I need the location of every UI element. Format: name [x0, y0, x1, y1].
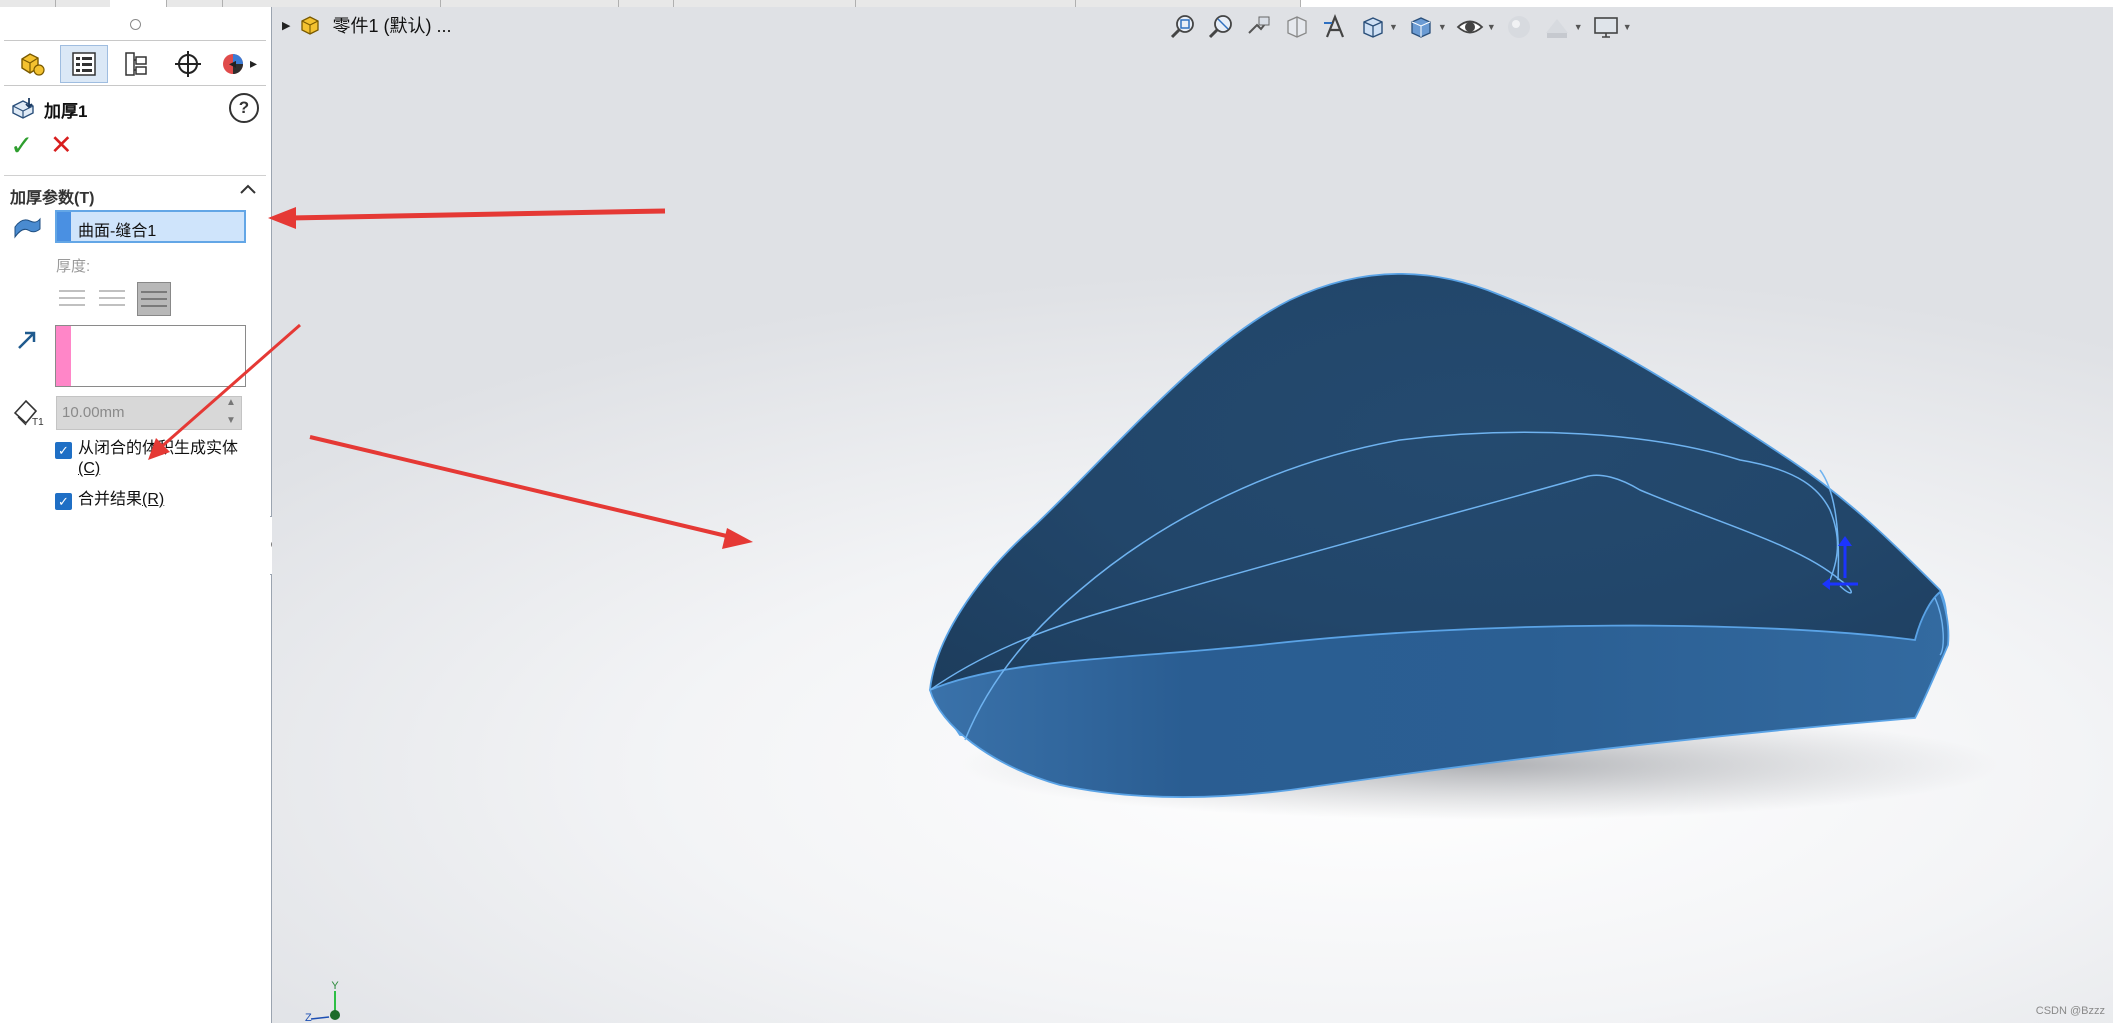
- chevron-down-icon[interactable]: ▼: [1623, 22, 1632, 32]
- chevron-down-icon[interactable]: ▼: [1438, 22, 1447, 32]
- apply-scene-icon: [1546, 19, 1569, 38]
- reference-triad: Y Z: [297, 977, 357, 1028]
- featuremanager-flyout[interactable]: ▶ 零件1 (默认) ...: [282, 12, 451, 38]
- view-orientation-icon: [1362, 17, 1383, 38]
- part-icon: [301, 16, 320, 35]
- part-name: 零件1 (默认) ...: [332, 16, 452, 36]
- zoom-to-fit-icon: [1170, 15, 1194, 39]
- zoom-to-area-icon: [1208, 15, 1232, 39]
- edit-appearance-button[interactable]: [1505, 12, 1534, 42]
- view-orientation-button[interactable]: [1358, 12, 1387, 42]
- dynamic-annotation-icon: [1323, 14, 1344, 38]
- edit-appearance-icon: [1508, 16, 1531, 38]
- section-view-icon: [1286, 16, 1307, 38]
- zoom-to-fit-button[interactable]: [1168, 12, 1197, 42]
- dynamic-annotation-button[interactable]: [1320, 12, 1349, 42]
- triad-z-label: Z: [305, 1012, 312, 1023]
- chevron-down-icon[interactable]: ▼: [1487, 22, 1496, 32]
- zoom-to-area-button[interactable]: [1206, 12, 1235, 42]
- hide-show-items-icon: [1457, 20, 1484, 34]
- thickened-surface-model[interactable]: [0, 0, 2113, 1023]
- view-settings-button[interactable]: [1592, 12, 1621, 42]
- display-style-icon: [1411, 17, 1432, 38]
- previous-view-button[interactable]: [1244, 12, 1273, 42]
- section-view-button[interactable]: [1282, 12, 1311, 42]
- apply-scene-button[interactable]: [1543, 12, 1572, 42]
- chevron-down-icon[interactable]: ▼: [1574, 22, 1583, 32]
- view-settings-icon: [1594, 17, 1618, 38]
- previous-view-icon: [1247, 16, 1270, 34]
- hide-show-items-button[interactable]: [1456, 12, 1485, 42]
- triad-y-label: Y: [331, 980, 339, 992]
- heads-up-view-toolbar: ▼ ▼ ▼ ▼ ▼: [1168, 12, 1632, 42]
- watermark-text: CSDN @Bzzz: [2035, 1005, 2105, 1017]
- chevron-down-icon[interactable]: ▼: [1389, 22, 1398, 32]
- expand-arrow-icon[interactable]: ▶: [282, 19, 290, 32]
- display-style-button[interactable]: [1407, 12, 1436, 42]
